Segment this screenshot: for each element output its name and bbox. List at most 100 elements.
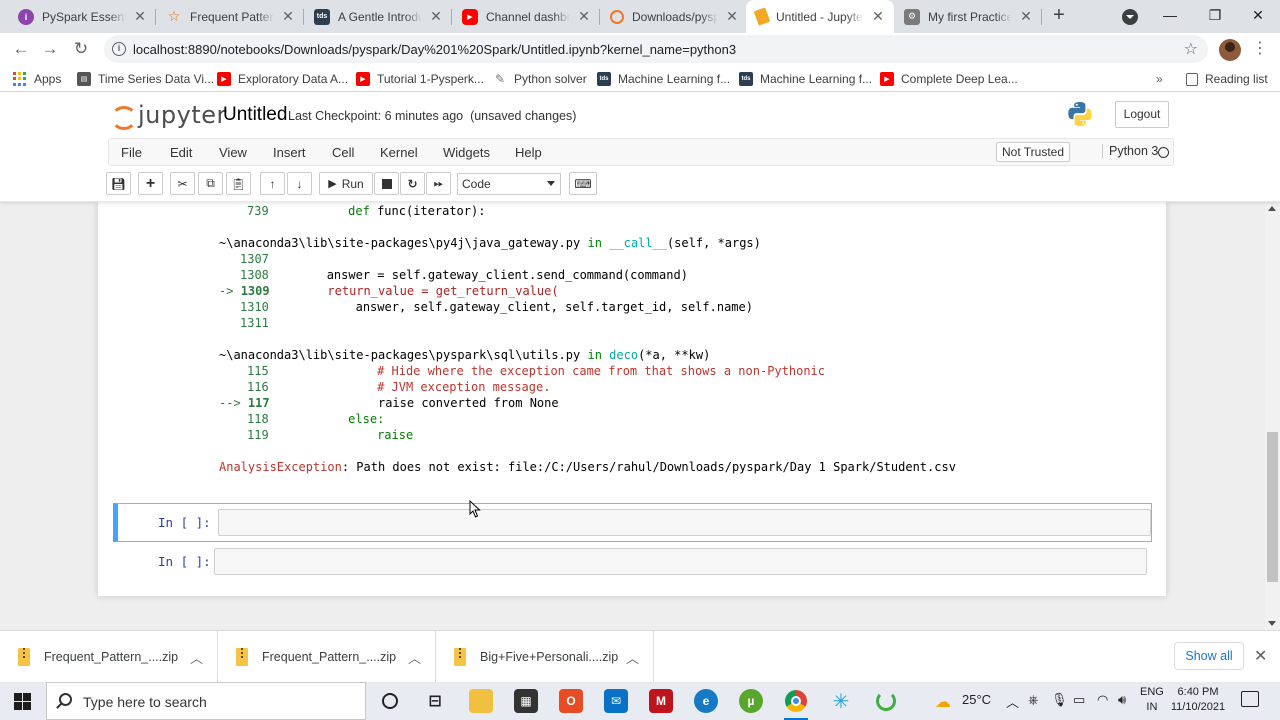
office-icon[interactable]: O xyxy=(559,689,583,713)
close-tab-icon[interactable]: ✕ xyxy=(724,8,740,25)
menu-cell[interactable]: Cell xyxy=(332,145,354,160)
tab-search-icon[interactable] xyxy=(1122,9,1138,25)
cell-input-editor[interactable] xyxy=(214,548,1147,575)
browser-tab[interactable]: ▶ Channel dashboard ✕ xyxy=(452,0,600,33)
reload-icon[interactable]: ↻ xyxy=(70,38,92,60)
profile-avatar[interactable] xyxy=(1219,39,1241,61)
temperature[interactable]: 25°C xyxy=(962,692,991,707)
chrome-browser-icon[interactable] xyxy=(784,689,808,720)
bookmark-item[interactable]: ▶ Complete Deep Lea... xyxy=(880,70,1018,88)
cut-scissors-icon[interactable]: ✂ xyxy=(170,172,195,195)
new-tab-plus-icon[interactable]: + xyxy=(1048,5,1070,27)
logout-button[interactable]: Logout xyxy=(1115,101,1169,128)
menu-view[interactable]: View xyxy=(219,145,247,160)
file-explorer-icon[interactable] xyxy=(469,689,493,713)
show-all-downloads-button[interactable]: Show all xyxy=(1174,642,1244,670)
paste-icon[interactable]: 📋︎ xyxy=(226,172,251,195)
close-tab-icon[interactable]: ✕ xyxy=(576,8,592,25)
mcafee-shield-icon[interactable]: M xyxy=(649,689,673,713)
notification-center-icon[interactable] xyxy=(1241,691,1259,707)
copy-icon[interactable]: ⧉ xyxy=(198,172,223,195)
mail-icon[interactable]: ✉ xyxy=(604,689,628,713)
restart-kernel-icon[interactable]: ↻ xyxy=(400,172,425,195)
cell-input-editor[interactable] xyxy=(218,509,1151,536)
edge-browser-icon[interactable]: e xyxy=(694,689,718,713)
close-downloads-bar-icon[interactable]: ✕ xyxy=(1254,646,1267,666)
cortana-circle-icon[interactable] xyxy=(378,689,402,713)
cell-type-select[interactable]: Code xyxy=(457,173,561,195)
browser-tab-active[interactable]: Untitled - Jupyter ✕ xyxy=(746,0,894,33)
weather-icon[interactable]: ☁ xyxy=(935,692,951,712)
reading-list[interactable]: Reading list xyxy=(1186,70,1268,88)
save-icon[interactable]: 💾︎ xyxy=(106,172,131,195)
insert-cell-plus-icon[interactable]: + xyxy=(138,172,163,195)
menu-insert[interactable]: Insert xyxy=(273,145,306,160)
bookmark-star-icon[interactable]: ☆ xyxy=(1184,39,1198,59)
browser-tab[interactable]: i PySpark Essentials ✕ xyxy=(8,0,156,33)
utorrent-icon[interactable]: µ xyxy=(739,689,763,713)
download-item[interactable]: Frequent_Pattern_....zip ︿ xyxy=(218,631,436,683)
windows-start-icon[interactable] xyxy=(14,693,31,710)
battery-icon[interactable]: ▭ xyxy=(1073,692,1085,708)
bookmark-item[interactable]: tds Machine Learning f... xyxy=(597,70,730,88)
browser-tab[interactable]: Downloads/pyspark ✕ xyxy=(600,0,748,33)
chevron-up-icon[interactable]: ︿ xyxy=(190,648,203,667)
bookmark-item[interactable]: tds Machine Learning f... xyxy=(739,70,872,88)
menu-help[interactable]: Help xyxy=(515,145,542,160)
bookmarks-overflow-icon[interactable]: » xyxy=(1156,70,1163,88)
meet-now-icon[interactable]: ⎈ xyxy=(1028,692,1038,708)
move-down-arrow-icon[interactable]: ↓ xyxy=(287,172,312,195)
browser-menu-icon[interactable]: ⋮ xyxy=(1250,38,1270,60)
command-palette-keyboard-icon[interactable]: ⌨ xyxy=(569,172,597,195)
microsoft-store-icon[interactable]: ▦ xyxy=(514,689,538,713)
wifi-icon[interactable]: ◠ xyxy=(1097,692,1108,708)
download-item[interactable]: Frequent_Pattern_....zip ︿ xyxy=(0,631,218,683)
snip-tool-icon[interactable]: ✳ xyxy=(829,689,853,713)
address-bar[interactable]: i localhost:8890/notebooks/Downloads/pys… xyxy=(104,35,1208,63)
taskbar-search-box[interactable]: Type here to search xyxy=(46,682,366,720)
restart-run-all-fast-forward-icon[interactable]: ⏩︎ xyxy=(426,172,451,195)
close-tab-icon[interactable]: ✕ xyxy=(1018,8,1034,25)
menu-edit[interactable]: Edit xyxy=(170,145,192,160)
scroll-down-arrow-icon[interactable] xyxy=(1268,621,1276,626)
window-close-icon[interactable]: ✕ xyxy=(1243,4,1273,26)
notebook-name[interactable]: Untitled xyxy=(223,104,287,126)
site-info-icon[interactable]: i xyxy=(112,42,126,56)
download-item[interactable]: Big+Five+Personali....zip ︿ xyxy=(436,631,654,683)
menu-widgets[interactable]: Widgets xyxy=(443,145,490,160)
browser-tab[interactable]: ☆ Frequent Pattern Mining ✕ xyxy=(156,0,304,33)
scrollbar-thumb[interactable] xyxy=(1267,432,1278,582)
vertical-scrollbar[interactable] xyxy=(1265,202,1280,630)
volume-speaker-icon[interactable]: 🔊︎ xyxy=(1118,692,1126,708)
jupyter-logo[interactable]: jupyter xyxy=(110,100,227,130)
forward-arrow-icon[interactable]: → xyxy=(39,38,61,60)
close-tab-icon[interactable]: ✕ xyxy=(280,8,296,25)
close-tab-icon[interactable]: ✕ xyxy=(132,8,148,25)
kernel-name[interactable]: Python 3 xyxy=(1102,144,1158,158)
not-trusted-button[interactable]: Not Trusted xyxy=(996,142,1070,162)
interrupt-stop-icon[interactable] xyxy=(374,172,399,195)
url-text[interactable]: localhost:8890/notebooks/Downloads/pyspa… xyxy=(133,42,736,57)
maximize-icon[interactable]: ❐ xyxy=(1200,4,1230,26)
move-up-arrow-icon[interactable]: ↑ xyxy=(260,172,285,195)
microphone-icon[interactable]: 🎙︎ xyxy=(1051,692,1068,708)
menu-file[interactable]: File xyxy=(121,145,142,160)
bookmark-item[interactable]: ▶ Tutorial 1-Pysperk... xyxy=(356,70,484,88)
refresh-app-icon[interactable] xyxy=(874,689,898,713)
bookmark-item[interactable]: ▤ Time Series Data Vi... xyxy=(77,70,214,88)
bookmark-item[interactable]: ✎ Python solver xyxy=(493,70,587,88)
chevron-up-icon[interactable]: ︿ xyxy=(408,648,421,667)
task-view-icon[interactable]: ⊟ xyxy=(423,689,447,713)
bookmark-item[interactable]: ▶ Exploratory Data A... xyxy=(217,70,348,88)
minimize-icon[interactable]: — xyxy=(1155,4,1185,26)
input-language[interactable]: ENG IN xyxy=(1140,685,1164,715)
bookmark-apps[interactable]: Apps xyxy=(13,70,61,88)
system-clock[interactable]: 6:40 PM 11/10/2021 xyxy=(1170,685,1226,715)
code-cell[interactable]: In [ ]: xyxy=(113,543,1152,582)
browser-tab[interactable]: ⚙ My first Practice ✕ xyxy=(894,0,1042,33)
browser-tab[interactable]: tds A Gentle Introduction ✕ xyxy=(304,0,452,33)
menu-kernel[interactable]: Kernel xyxy=(380,145,418,160)
back-arrow-icon[interactable]: ← xyxy=(10,38,32,60)
run-button[interactable]: ▶ Run xyxy=(319,172,373,195)
close-tab-icon[interactable]: ✕ xyxy=(870,8,886,25)
